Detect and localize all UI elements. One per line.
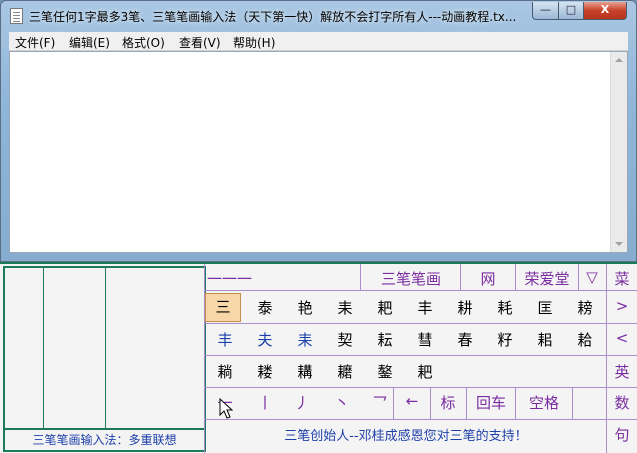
notepad-window: 三笔任何1字最多3笔、三笔笔画输入法（天下第一快）解放不会打字所有人---动画教… xyxy=(0,0,637,262)
stroke-shu-key[interactable]: 丨 xyxy=(247,392,283,413)
net-button[interactable]: 网 xyxy=(463,268,513,289)
candidate-selected[interactable]: 三 xyxy=(205,293,241,322)
grid-line xyxy=(204,290,637,291)
candidate[interactable]: 泰 xyxy=(247,297,283,318)
candidate[interactable]: 耙 xyxy=(367,297,403,318)
grid-line xyxy=(204,419,637,420)
candidate[interactable]: 春 xyxy=(447,329,483,350)
grid-line xyxy=(460,264,461,290)
candidate[interactable]: 丰 xyxy=(207,329,243,350)
grid-line xyxy=(204,355,637,356)
scroll-down-icon[interactable] xyxy=(615,242,623,246)
grid-line xyxy=(430,387,431,419)
menu-file[interactable]: 文件(F) xyxy=(15,34,55,51)
association-panel: 三笔笔画输入法：多重联想 xyxy=(3,266,206,452)
close-button[interactable]: X xyxy=(583,2,627,20)
candidate[interactable]: 耒 xyxy=(327,297,363,318)
candidate[interactable]: 耠 xyxy=(567,329,603,350)
side-menu-button[interactable]: 菜 xyxy=(607,268,637,289)
stroke-zhe-key[interactable]: 乛 xyxy=(362,392,398,413)
window-title: 三笔任何1字最多3笔、三笔笔画输入法（天下第一快）解放不会打字所有人---动画教… xyxy=(29,10,517,24)
rongaitang-button[interactable]: 荣爱堂 xyxy=(516,268,578,289)
number-mode-button[interactable]: 数 xyxy=(607,392,637,413)
candidate[interactable]: 耙 xyxy=(407,361,443,382)
candidate[interactable]: 夫 xyxy=(247,329,283,350)
maximize-button[interactable]: □ xyxy=(558,2,584,20)
screen: { "window": { "title": "三笔任何1字最多3笔、三笔笔画输… xyxy=(0,0,637,453)
candidate[interactable]: 耩 xyxy=(287,361,323,382)
prev-page-button[interactable]: < xyxy=(607,329,637,347)
vertical-scrollbar[interactable] xyxy=(610,52,627,252)
candidate[interactable]: 耪 xyxy=(567,297,603,318)
ime-status-label: 三笔笔画输入法：多重联想 xyxy=(5,428,204,450)
candidate[interactable]: 耘 xyxy=(367,329,403,350)
enter-key[interactable]: 回车 xyxy=(468,392,514,413)
stroke-dian-key[interactable]: 丶 xyxy=(324,392,360,413)
punctuation-key[interactable]: 标 xyxy=(432,392,464,413)
menu-bar: 文件(F) 编辑(E) 格式(O) 查看(V) 帮助(H) xyxy=(9,32,628,51)
menu-format[interactable]: 格式(O) xyxy=(122,34,165,51)
notepad-icon xyxy=(10,8,23,24)
space-key[interactable]: 空格 xyxy=(517,392,571,413)
column-divider xyxy=(105,268,106,428)
stroke-pie-key[interactable]: 丿 xyxy=(284,392,320,413)
candidate[interactable]: 耒 xyxy=(287,329,323,350)
brand-button[interactable]: 三笔笔画 xyxy=(366,268,456,289)
menu-view[interactable]: 查看(V) xyxy=(179,34,221,51)
sentence-mode-button[interactable]: 句 xyxy=(607,424,637,445)
menu-edit[interactable]: 编辑(E) xyxy=(69,34,110,51)
mouse-cursor-icon xyxy=(219,398,233,419)
candidate[interactable]: 彗 xyxy=(407,329,443,350)
candidate[interactable]: 耜 xyxy=(527,329,563,350)
candidate[interactable]: 鏊 xyxy=(367,361,403,382)
minimize-button[interactable]: — xyxy=(532,2,559,20)
menu-help[interactable]: 帮助(H) xyxy=(233,34,275,51)
english-mode-button[interactable]: 英 xyxy=(607,361,637,382)
candidate[interactable]: 匡 xyxy=(527,297,563,318)
candidate[interactable]: 丰 xyxy=(407,297,443,318)
ime-footer-text: 三笔创始人--邓桂成感恩您对三笔的支持！ xyxy=(284,429,528,444)
title-bar[interactable]: 三笔任何1字最多3笔、三笔笔画输入法（天下第一快）解放不会打字所有人---动画教… xyxy=(1,1,636,31)
stroke-input-display: 一一一 xyxy=(207,270,253,288)
candidate[interactable]: 契 xyxy=(327,329,363,350)
candidate[interactable]: 耱 xyxy=(327,361,363,382)
grid-line xyxy=(466,387,467,419)
grid-line xyxy=(360,264,361,290)
candidate[interactable]: 耕 xyxy=(447,297,483,318)
next-page-button[interactable]: > xyxy=(607,297,637,315)
grid-line xyxy=(204,323,637,324)
backspace-key[interactable]: ← xyxy=(396,392,428,410)
candidate[interactable]: 耧 xyxy=(247,361,283,382)
candidate[interactable]: 耥 xyxy=(207,361,243,382)
column-divider xyxy=(43,268,44,428)
candidate[interactable]: 耗 xyxy=(487,297,523,318)
grid-line xyxy=(515,387,516,419)
text-editor[interactable] xyxy=(9,51,628,253)
candidate[interactable]: 艳 xyxy=(287,297,323,318)
grid-line xyxy=(572,387,573,419)
grid-line xyxy=(578,264,579,290)
candidate[interactable]: 籽 xyxy=(487,329,523,350)
scroll-up-icon[interactable] xyxy=(615,58,623,62)
dropdown-icon[interactable]: ▽ xyxy=(580,268,604,286)
